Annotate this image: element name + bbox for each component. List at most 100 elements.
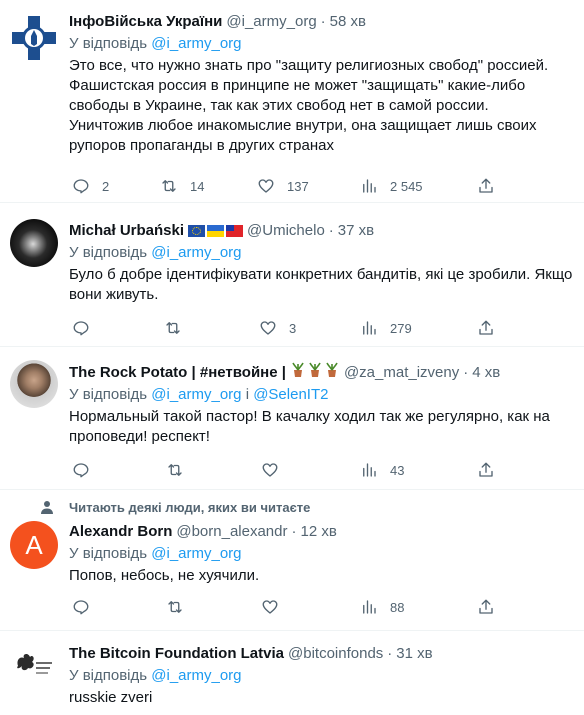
- views-chart-icon: [363, 179, 376, 193]
- views-button[interactable]: 279: [360, 318, 412, 338]
- heart-icon: [258, 179, 274, 193]
- tweet-actions: 3 279: [69, 318, 499, 338]
- views-button[interactable]: 88: [360, 597, 404, 617]
- taiwan-flag-icon: [226, 225, 244, 237]
- retweet-button[interactable]: 14: [160, 176, 204, 196]
- share-icon: [479, 320, 493, 335]
- mention-link[interactable]: @i_army_org: [151, 244, 241, 261]
- mention-link[interactable]: @i_army_org: [151, 386, 241, 403]
- reply-icon: [73, 179, 89, 194]
- like-button[interactable]: 137: [257, 176, 309, 196]
- share-icon: [479, 462, 493, 477]
- share-button[interactable]: [477, 597, 495, 617]
- tweet[interactable]: ІнфоВійська України @i_army_org · 58 хв …: [0, 0, 584, 203]
- avatar[interactable]: [10, 644, 58, 692]
- views-chart-icon: [363, 321, 376, 335]
- like-button[interactable]: 3: [259, 318, 296, 338]
- avatar[interactable]: [10, 360, 58, 408]
- retweet-button[interactable]: [166, 460, 196, 480]
- army-emblem-icon: [12, 16, 56, 60]
- tweet-text: russkie zveri: [69, 689, 153, 706]
- tweet-text: Попов, небось, не хуячили.: [69, 567, 260, 584]
- reply-button[interactable]: [72, 460, 102, 480]
- retweet-icon: [166, 322, 180, 334]
- tweet[interactable]: The Rock Potato | #нетвойне | @za_mat_iz…: [0, 348, 584, 490]
- retweet-icon: [168, 464, 182, 476]
- user-handle[interactable]: @bitcoinfonds: [288, 644, 383, 664]
- share-button[interactable]: [477, 318, 495, 338]
- retweet-button[interactable]: [166, 597, 196, 617]
- avatar-letter: A: [25, 529, 43, 560]
- retweet-count: 14: [190, 178, 205, 194]
- like-count: 137: [287, 178, 309, 194]
- reply-icon: [73, 463, 89, 478]
- tweet-header: Michał Urbański @Umichelo · 37 хв: [69, 221, 375, 241]
- timestamp[interactable]: 4 хв: [472, 363, 500, 383]
- mention-link[interactable]: @i_army_org: [151, 35, 241, 52]
- views-count: 279: [390, 320, 412, 336]
- tweet[interactable]: Читають деякі люди, яких ви читаєте A Al…: [0, 491, 584, 631]
- timestamp[interactable]: 58 хв: [330, 12, 366, 32]
- eu-flag-icon: [188, 225, 206, 237]
- tweet-text: Нормальный такой пастор! В качалку ходил…: [69, 408, 550, 445]
- avatar[interactable]: [10, 219, 58, 267]
- views-count: 88: [390, 599, 405, 615]
- avatar[interactable]: [10, 14, 58, 62]
- reply-context: У відповідь @i_army_org: [69, 545, 242, 562]
- user-handle[interactable]: @i_army_org: [226, 12, 316, 32]
- views-count: 2 545: [390, 178, 423, 194]
- tweet-actions: 88: [69, 597, 499, 617]
- views-button[interactable]: 2 545: [360, 176, 423, 196]
- like-button[interactable]: [261, 460, 291, 480]
- user-handle[interactable]: @Umichelo: [247, 221, 325, 241]
- display-name[interactable]: Michał Urbański: [69, 221, 184, 241]
- timestamp[interactable]: 37 хв: [338, 221, 374, 241]
- display-name[interactable]: The Rock Potato | #нетвойне |: [69, 363, 286, 383]
- timestamp[interactable]: 31 хв: [396, 644, 432, 664]
- social-context: Читають деякі люди, яких ви читаєте: [41, 500, 310, 515]
- reply-icon: [73, 321, 89, 336]
- tweet-text: Було б добре ідентифікувати конкретних б…: [69, 266, 573, 303]
- share-button[interactable]: [477, 460, 495, 480]
- avatar[interactable]: A: [10, 521, 58, 569]
- mention-link[interactable]: @i_army_org: [151, 667, 241, 684]
- reply-context: У відповідь @i_army_org: [69, 244, 242, 261]
- bitcoin-foundation-logo: [17, 654, 52, 674]
- mention-link[interactable]: @i_army_org: [151, 545, 241, 562]
- reply-button[interactable]: [72, 318, 102, 338]
- tweet-header: Alexandr Born @born_alexandr · 12 хв: [69, 522, 337, 542]
- ukraine-flag-icon: [207, 225, 225, 237]
- share-icon: [479, 599, 493, 614]
- like-button[interactable]: [261, 597, 291, 617]
- share-button[interactable]: [477, 176, 495, 196]
- display-name[interactable]: ІнфоВійська України: [69, 12, 222, 32]
- heart-icon: [262, 600, 278, 614]
- share-icon: [479, 178, 493, 193]
- display-name[interactable]: Alexandr Born: [69, 522, 172, 542]
- reply-context: У відповідь @i_army_org: [69, 667, 242, 684]
- tweet[interactable]: The Bitcoin Foundation Latvia @bitcoinfo…: [0, 632, 584, 715]
- display-name[interactable]: The Bitcoin Foundation Latvia: [69, 644, 284, 664]
- tweet-feed: ІнфоВійська України @i_army_org · 58 хв …: [0, 0, 584, 715]
- reply-button[interactable]: [72, 597, 102, 617]
- reply-button[interactable]: 2: [72, 176, 109, 196]
- tweet-header: The Bitcoin Foundation Latvia @bitcoinfo…: [69, 644, 433, 664]
- reply-context: У відповідь @i_army_org і @SelenIT2: [69, 386, 329, 403]
- tweet-text: Это все, что нужно знать про "защиту рел…: [69, 57, 549, 154]
- tweet[interactable]: Michał Urbański @Umichelo · 37 хв У відп…: [0, 204, 584, 347]
- views-chart-icon: [363, 463, 376, 477]
- reply-icon: [73, 600, 89, 615]
- timestamp[interactable]: 12 хв: [301, 522, 337, 542]
- retweet-button[interactable]: [164, 318, 194, 338]
- views-button[interactable]: 43: [360, 460, 404, 480]
- views-chart-icon: [363, 600, 376, 614]
- user-handle[interactable]: @born_alexandr: [176, 522, 287, 542]
- potted-plant-icon: [290, 362, 340, 384]
- like-count: 3: [289, 320, 297, 336]
- heart-icon: [262, 463, 278, 477]
- tweet-actions: 43: [69, 460, 499, 480]
- reply-context: У відповідь @i_army_org: [69, 35, 242, 52]
- mention-link[interactable]: @SelenIT2: [253, 386, 328, 403]
- user-handle[interactable]: @za_mat_izveny: [344, 363, 459, 383]
- retweet-icon: [162, 180, 176, 192]
